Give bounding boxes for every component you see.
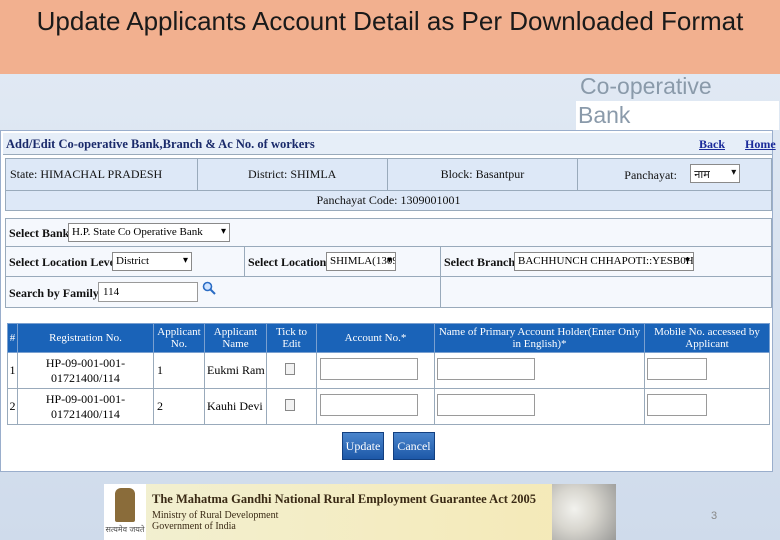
family-search-row: Search by Family-Id: 114 [6,277,771,308]
branch-select[interactable]: BACHHUNCH CHHAPOTI::YESB0HPB458 [514,252,694,271]
col-header: Applicant Name [204,323,267,353]
emblem-graphic [115,488,135,522]
slide: Update Applicants Account Detail as Per … [0,0,780,540]
block-cell: Block: Basantpur [386,158,579,191]
nrega-form-screenshot: Add/Edit Co-operative Bank,Branch & Ac N… [0,130,776,472]
col-header: Name of Primary Account Holder(Enter Onl… [434,323,645,353]
table-row: 2 HP-09-001-001-01721400/114 2 Kauhi Dev… [7,388,770,425]
col-header: Tick to Edit [266,323,317,353]
mgnrega-banner: सत्यमेव जयते The Mahatma Gandhi National… [104,484,616,540]
location-info-table: State: HIMACHAL PRADESH District: SHIMLA… [5,158,772,211]
bank-selection-panel: Select Bank*: H.P. State Co Operative Ba… [5,218,772,308]
edit-checkbox[interactable] [285,398,295,411]
ministry-line: Ministry of Rural Development [152,510,279,521]
gandhi-portrait-icon [552,484,616,540]
mobile-input[interactable] [647,393,707,416]
col-header: Applicant No. [153,323,205,353]
magnifier-icon[interactable] [202,281,216,295]
applicant-name: Eukmi Ram [204,352,267,389]
form-heading: Add/Edit Co-operative Bank,Branch & Ac N… [6,137,315,151]
district-cell: District: SHIMLA [196,158,388,191]
location-level-select[interactable]: District [112,252,192,271]
ministry-text: Ministry of Rural Development Government… [152,510,278,532]
applicant-name: Kauhi Devi [204,388,267,425]
panchayat-code: Panchayat Code: 1309001001 [5,190,772,211]
divider [440,277,441,308]
form-header: Add/Edit Co-operative Bank,Branch & Ac N… [3,133,776,155]
divider [244,247,245,277]
col-header: Mobile No. accessed by Applicant [644,323,770,353]
caption-line-2: Bank [576,101,779,130]
registration-no: HP-09-001-001-01721400/114 [17,352,154,389]
act-name: The Mahatma Gandhi National Rural Employ… [152,492,537,506]
table-row: 1 HP-09-001-001-01721400/114 1 Eukmi Ram [7,352,770,389]
title-text: Update Applicants Account Detail as Per … [36,6,744,36]
col-header: Registration No. [17,323,154,353]
home-link[interactable]: Home [745,137,776,152]
account-no-input[interactable] [320,393,418,416]
location-row: Select Location Level* : District Select… [6,247,771,277]
emblem-motto: सत्यमेव जयते [105,525,145,534]
slide-title: Update Applicants Account Detail as Per … [0,0,780,74]
panchayat-label: Panchayat: [624,168,677,182]
caption-line-1: Co-operative [580,73,712,99]
location-select[interactable]: SHIMLA(1309) [326,252,396,271]
table-header-row: # Registration No. Applicant No. Applica… [7,323,770,353]
back-link[interactable]: Back [699,137,725,152]
applicant-no: 2 [153,388,205,425]
cancel-button[interactable]: Cancel [393,432,435,460]
edit-checkbox[interactable] [285,362,295,375]
account-holder-input[interactable] [437,357,535,380]
account-no-input[interactable] [320,357,418,380]
page-number: 3 [711,510,718,522]
bank-select[interactable]: H.P. State Co Operative Bank [68,223,230,242]
registration-no: HP-09-001-001-01721400/114 [17,388,154,425]
applicant-no: 1 [153,352,205,389]
panchayat-cell: Panchayat: नाम [577,158,772,191]
family-id-input[interactable]: 114 [98,282,198,302]
row-number: 2 [7,388,18,425]
mobile-input[interactable] [647,357,707,380]
bank-row: Select Bank*: H.P. State Co Operative Ba… [6,219,771,247]
account-holder-input[interactable] [437,393,535,416]
col-header: Account No.* [316,323,435,353]
row-number: 1 [7,352,18,389]
national-emblem-icon: सत्यमेव जयते [104,484,146,540]
applicants-table: # Registration No. Applicant No. Applica… [7,323,770,425]
government-line: Government of India [152,521,236,532]
panchayat-select[interactable]: नाम [690,164,741,183]
state-cell: State: HIMACHAL PRADESH [5,158,198,191]
divider [440,247,441,277]
col-header: # [7,323,18,353]
update-button[interactable]: Update [342,432,384,460]
bank-type-caption: Co-operative Bank [576,72,779,130]
